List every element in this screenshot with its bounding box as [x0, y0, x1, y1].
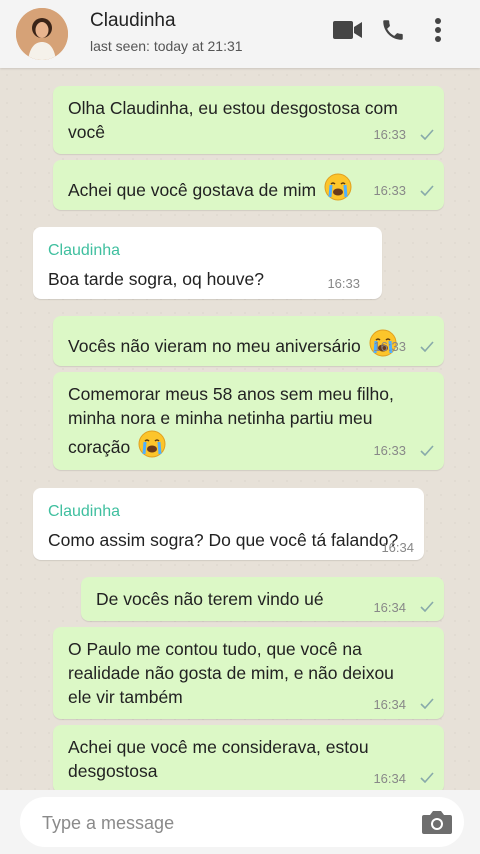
message-time: 16:34 [373, 771, 406, 786]
message-text-line: Como assim sogra? Do que você tá falando… [48, 530, 399, 550]
chat-message-list[interactable]: Olha Claudinha, eu estou desgostosa com … [0, 68, 480, 790]
outgoing-message[interactable]: Olha Claudinha, eu estou desgostosa com … [53, 86, 444, 154]
outgoing-message[interactable]: O Paulo me contou tudo, que você na real… [53, 627, 444, 719]
message-text-line: Achei que você gostava de mim [68, 180, 317, 200]
incoming-message[interactable]: Claudinha Como assim sogra? Do que você … [33, 488, 424, 560]
outgoing-message[interactable]: Vocês não vieram no meu aniversário 16:3… [53, 316, 444, 366]
last-seen-status: last seen: today at 21:31 [90, 38, 243, 54]
outgoing-message[interactable]: Comemorar meus 58 anos sem meu filho, mi… [53, 372, 444, 470]
sent-check-icon [420, 185, 434, 196]
sender-name: Claudinha [48, 503, 121, 520]
message-time: 16:33 [373, 339, 406, 354]
message-input-box[interactable] [20, 797, 464, 847]
message-time: 16:34 [381, 540, 414, 555]
message-time: 16:33 [373, 127, 406, 142]
outgoing-message[interactable]: Achei que você gostava de mim 16:33 [53, 160, 444, 210]
crying-face-icon [138, 430, 166, 464]
message-time: 16:33 [327, 276, 360, 291]
message-text-line: Olha Claudinha, eu estou desgostosa com [68, 98, 398, 118]
message-text-line: Comemorar meus 58 anos sem meu filho, [68, 384, 394, 404]
camera-icon[interactable] [420, 807, 454, 837]
message-composer [0, 790, 480, 854]
message-time: 16:33 [373, 183, 406, 198]
chat-header: Claudinha last seen: today at 21:31 [0, 0, 480, 68]
message-time: 16:34 [373, 697, 406, 712]
message-text-line: realidade não gosta de mim, e não deixou [68, 663, 394, 683]
message-text-line: desgostosa [68, 761, 158, 781]
message-text-line: ele vir também [68, 687, 183, 707]
sent-check-icon [420, 445, 434, 456]
message-text-line: De vocês não terem vindo ué [96, 589, 324, 609]
phone-call-icon[interactable] [377, 14, 409, 46]
contact-name[interactable]: Claudinha [90, 10, 176, 32]
message-text-line: você [68, 122, 105, 142]
sender-name: Claudinha [48, 242, 121, 259]
message-text-line: minha nora e minha netinha partiu meu [68, 408, 373, 428]
message-time: 16:34 [373, 600, 406, 615]
message-text-line: Vocês não vieram no meu aniversário [68, 336, 361, 356]
message-text-line: O Paulo me contou tudo, que você na [68, 639, 362, 659]
sent-check-icon [420, 698, 434, 709]
message-text-line: Boa tarde sogra, oq houve? [48, 269, 264, 289]
message-input[interactable] [40, 809, 404, 837]
outgoing-message[interactable]: De vocês não terem vindo ué 16:34 [81, 577, 444, 621]
video-call-icon[interactable] [332, 14, 364, 46]
contact-avatar[interactable] [16, 8, 68, 60]
sent-check-icon [420, 772, 434, 783]
message-text-line: Achei que você me considerava, estou [68, 737, 369, 757]
sent-check-icon [420, 129, 434, 140]
incoming-message[interactable]: Claudinha Boa tarde sogra, oq houve? 16:… [33, 227, 382, 299]
more-options-icon[interactable] [422, 14, 454, 46]
outgoing-message[interactable]: Achei que você me considerava, estou des… [53, 725, 444, 790]
sent-check-icon [420, 341, 434, 352]
message-time: 16:33 [373, 443, 406, 458]
message-text-line: coração [68, 437, 131, 457]
sent-check-icon [420, 601, 434, 612]
crying-face-icon [324, 173, 352, 207]
